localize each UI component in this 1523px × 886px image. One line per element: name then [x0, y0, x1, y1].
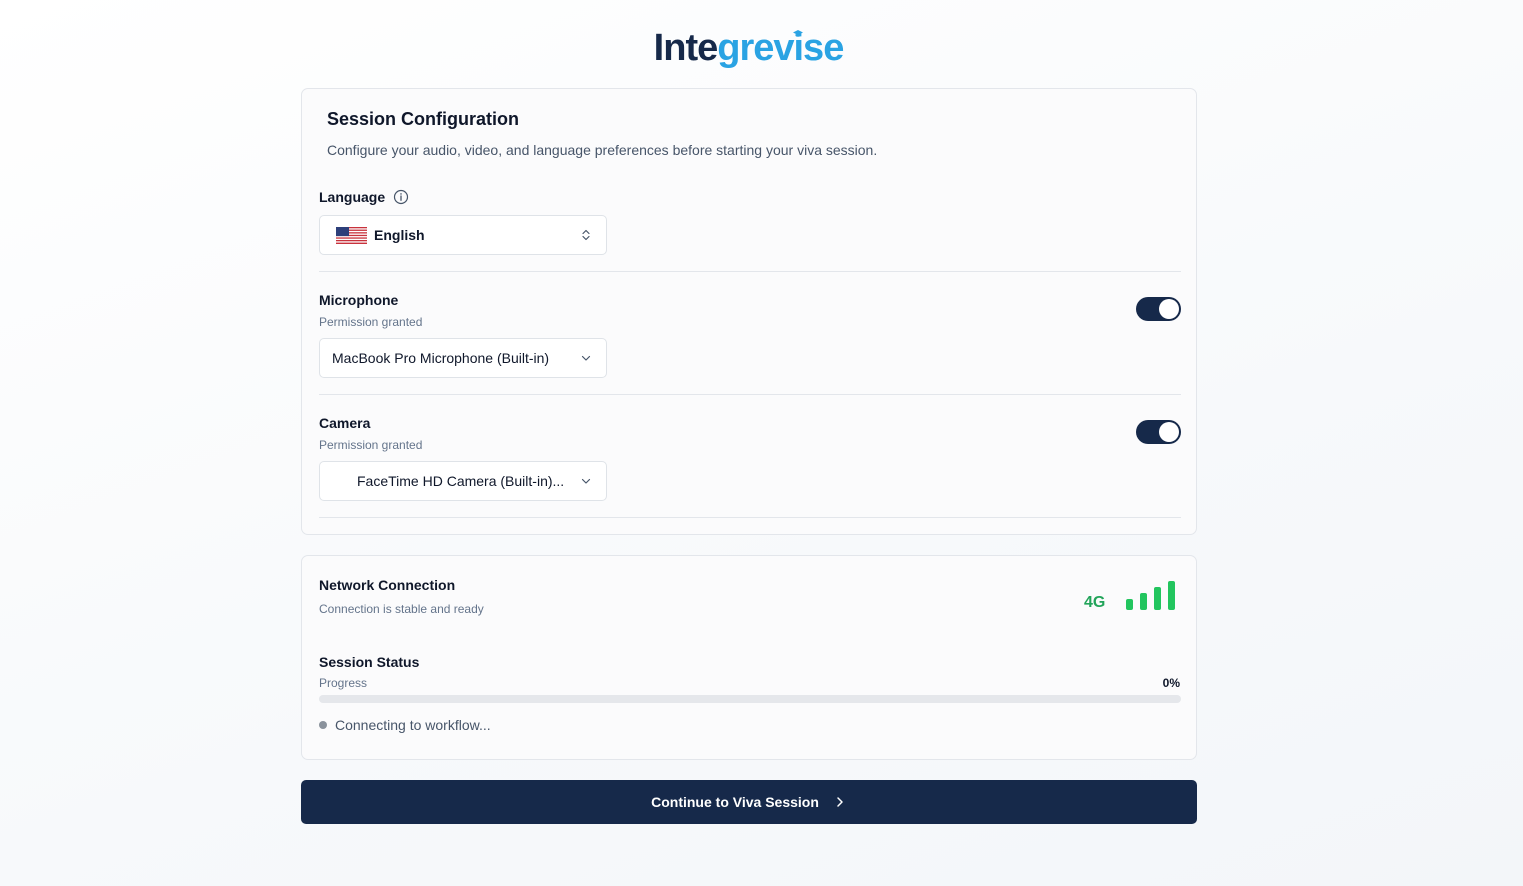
- divider: [319, 394, 1181, 395]
- camera-device-select[interactable]: FaceTime HD Camera (Built-in)...: [319, 461, 607, 501]
- microphone-permission-status: Permission granted: [319, 315, 423, 329]
- card-subtitle: Configure your audio, video, and languag…: [327, 142, 878, 158]
- microphone-label: Microphone: [319, 292, 399, 308]
- session-status-label: Session Status: [319, 654, 420, 670]
- camera-device-value: FaceTime HD Camera (Built-in)...: [357, 473, 565, 489]
- divider: [319, 271, 1181, 272]
- graduation-cap-icon: [793, 30, 803, 37]
- microphone-device-value: MacBook Pro Microphone (Built-in): [332, 350, 550, 366]
- chevron-right-icon: [837, 797, 843, 807]
- info-icon[interactable]: [393, 189, 409, 205]
- status-indicator-dot: [319, 721, 327, 729]
- logo-text-part2: grevise: [717, 27, 844, 69]
- network-connection-label: Network Connection: [319, 577, 456, 593]
- microphone-device-select[interactable]: MacBook Pro Microphone (Built-in): [319, 338, 607, 378]
- network-status-text: Connection is stable and ready: [319, 602, 484, 616]
- signal-strength-icon: [1126, 581, 1175, 610]
- brand-logo: Integrevise: [0, 26, 1497, 70]
- toggle-knob: [1159, 422, 1179, 442]
- microphone-toggle[interactable]: [1136, 297, 1181, 321]
- network-status-card: Network Connection Connection is stable …: [301, 555, 1197, 760]
- language-select[interactable]: English: [319, 215, 607, 255]
- chevron-down-icon: [581, 478, 591, 484]
- continue-button-label: Continue to Viva Session: [651, 794, 819, 810]
- card-title: Session Configuration: [327, 109, 520, 129]
- network-type-badge: 4G: [1084, 594, 1106, 611]
- session-status-message: Connecting to workflow...: [335, 717, 491, 733]
- progress-label: Progress: [319, 676, 368, 690]
- chevron-up-down-icon: [582, 229, 590, 241]
- camera-toggle[interactable]: [1136, 420, 1181, 444]
- toggle-knob: [1159, 299, 1179, 319]
- us-flag-icon: [336, 227, 367, 244]
- camera-permission-status: Permission granted: [319, 438, 423, 452]
- progress-percentage: 0%: [1162, 676, 1180, 690]
- logo-text-part1: Inte: [653, 27, 719, 69]
- session-configuration-card: Session Configuration Configure your aud…: [301, 88, 1197, 535]
- language-selected-value: English: [374, 227, 425, 243]
- divider: [319, 517, 1181, 518]
- progress-bar: [319, 695, 1181, 703]
- chevron-down-icon: [581, 355, 591, 361]
- continue-to-viva-session-button[interactable]: Continue to Viva Session: [301, 780, 1197, 824]
- language-label: Language: [319, 189, 386, 205]
- camera-label: Camera: [319, 415, 371, 431]
